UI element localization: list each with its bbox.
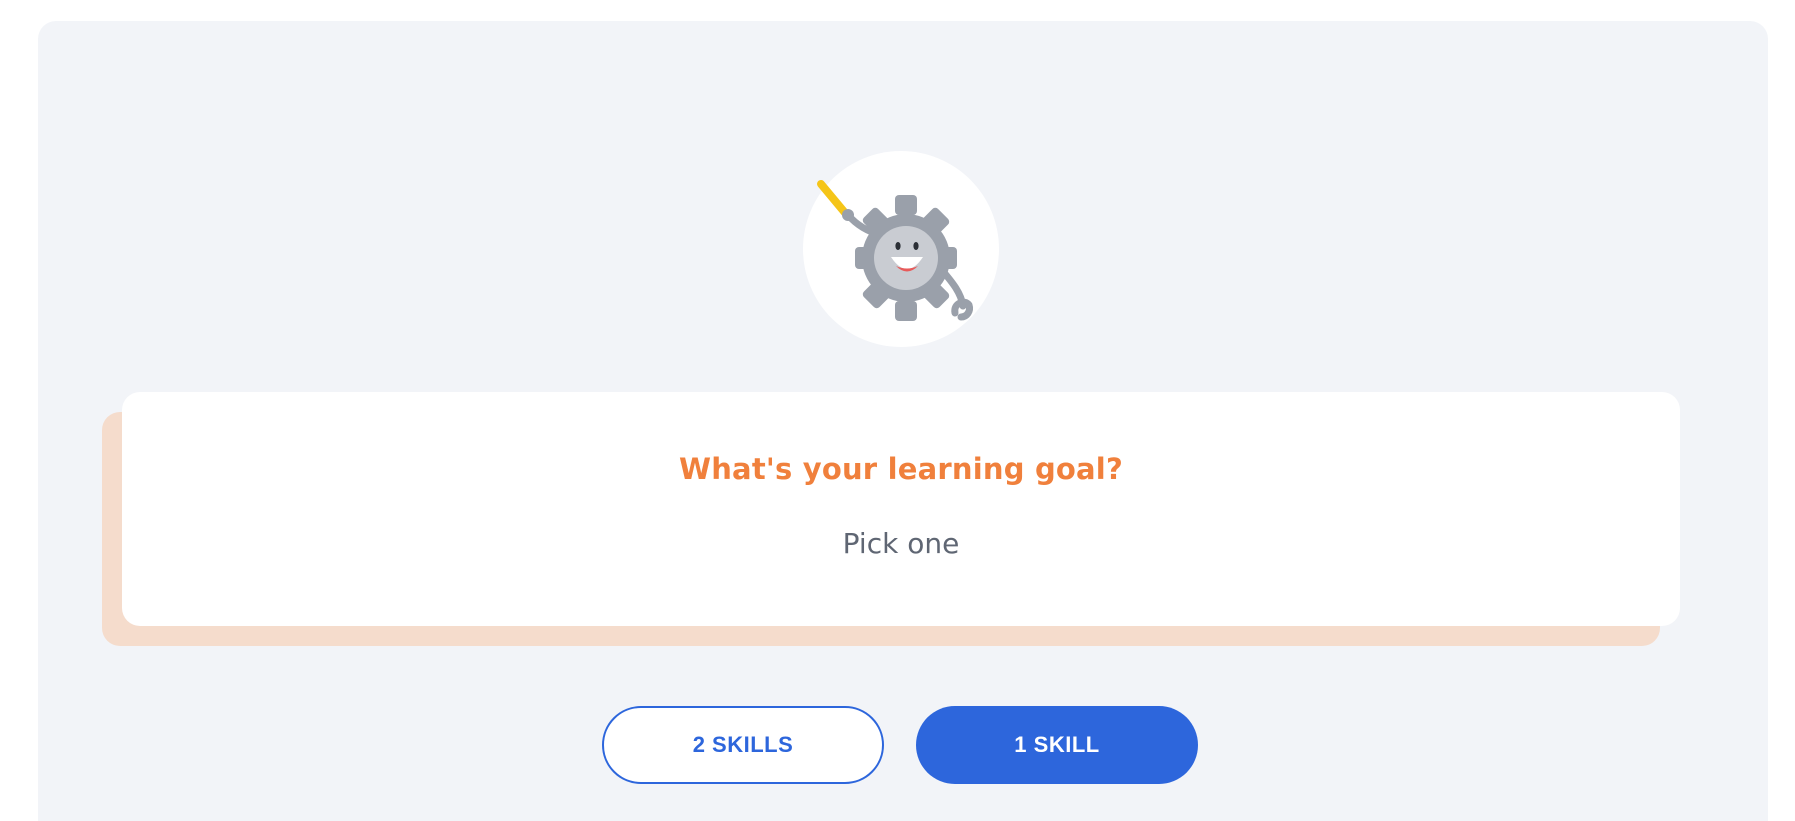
goal-card: What's your learning goal? Pick one — [122, 392, 1680, 626]
two-skills-button[interactable]: 2 SKILLS — [602, 706, 884, 784]
one-skill-button[interactable]: 1 SKILL — [916, 706, 1198, 784]
mascot-avatar — [803, 151, 999, 347]
goal-title: What's your learning goal? — [679, 452, 1123, 486]
gear-mascot-icon — [817, 180, 973, 321]
goal-subtitle: Pick one — [842, 527, 960, 560]
